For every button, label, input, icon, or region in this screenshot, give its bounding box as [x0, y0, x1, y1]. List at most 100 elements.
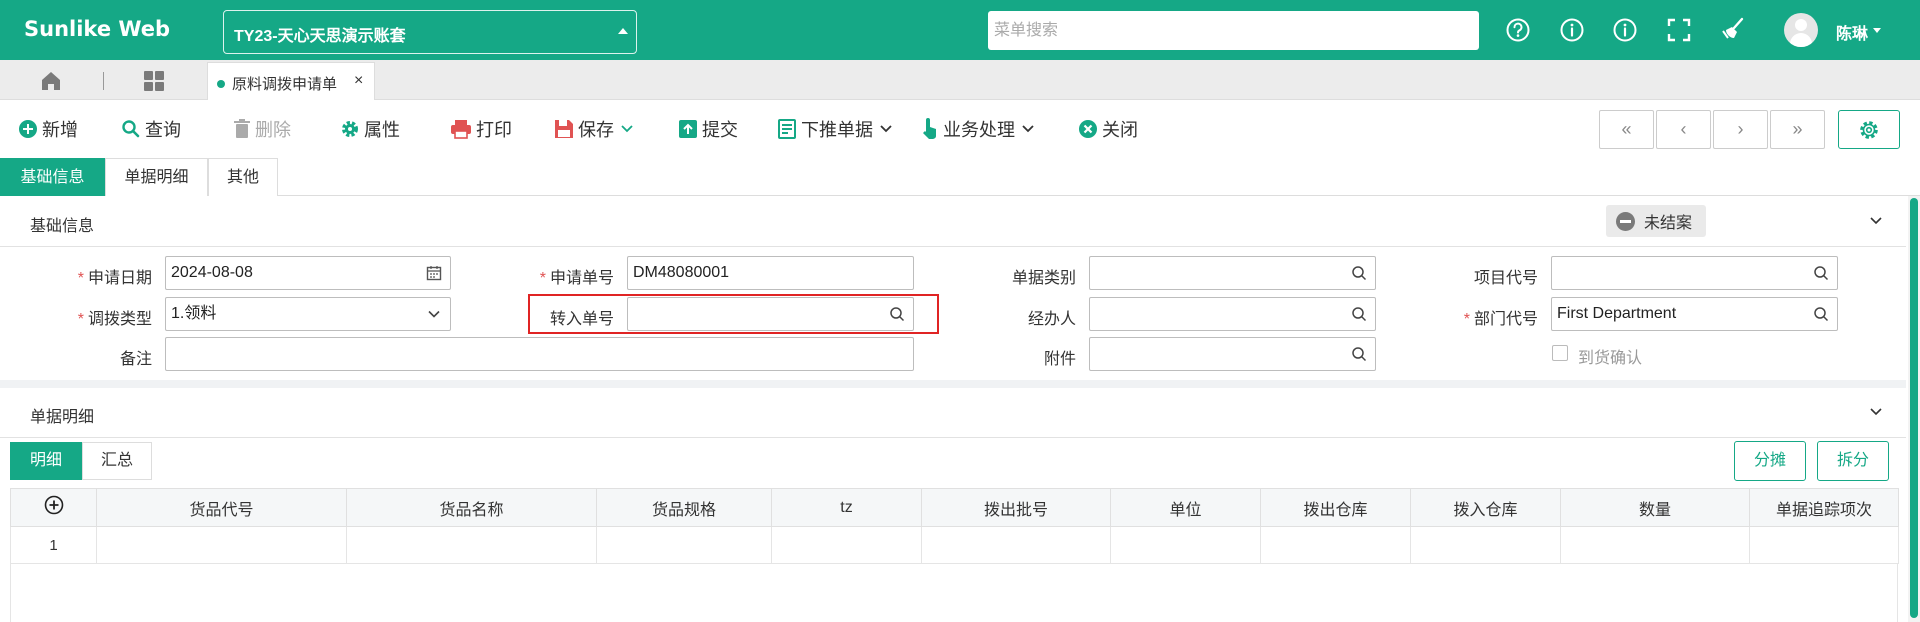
- tab-basic-info[interactable]: 基础信息: [0, 158, 105, 196]
- apply-date-value: 2024-08-08: [171, 264, 253, 281]
- chevron-down-icon[interactable]: [426, 306, 442, 322]
- table-header-row: 货品代号 货品名称 货品规格 tz 拨出批号 单位 拨出仓库 拨入仓库 数量 单…: [10, 488, 1899, 527]
- chevron-down-icon[interactable]: [1873, 28, 1881, 33]
- table-cell[interactable]: [1749, 526, 1899, 564]
- username[interactable]: 陈琳: [1836, 20, 1868, 44]
- submit-button[interactable]: 提交: [678, 116, 738, 142]
- column-header[interactable]: 货品代号: [96, 488, 347, 527]
- properties-button[interactable]: 属性: [340, 116, 400, 142]
- submit-button-label: 提交: [702, 120, 738, 140]
- info-icon[interactable]: [1611, 16, 1639, 44]
- remark-field[interactable]: [165, 337, 914, 371]
- transfer-type-select[interactable]: 1.领料: [165, 297, 451, 331]
- chevron-down-icon[interactable]: [1868, 404, 1884, 420]
- next-record-button[interactable]: ›: [1713, 110, 1768, 149]
- calendar-icon[interactable]: [426, 265, 442, 281]
- push-down-button[interactable]: 下推单据: [777, 116, 897, 142]
- table-cell[interactable]: [1110, 526, 1261, 564]
- printer-icon: [451, 120, 471, 139]
- search-icon[interactable]: [1813, 265, 1829, 281]
- last-record-button[interactable]: »: [1770, 110, 1825, 149]
- handler-label: 经办人: [1027, 311, 1076, 328]
- broom-icon[interactable]: [1720, 16, 1748, 44]
- settings-button[interactable]: [1838, 110, 1900, 149]
- tab-other[interactable]: 其他: [208, 158, 278, 196]
- doc-category-field[interactable]: [1089, 256, 1376, 290]
- gear-icon: [1860, 120, 1878, 139]
- avatar[interactable]: [1784, 13, 1818, 47]
- help-icon[interactable]: [1504, 16, 1532, 44]
- highlight-box: [528, 294, 939, 334]
- table-cell[interactable]: [1260, 526, 1411, 564]
- column-header[interactable]: 拨入仓库: [1410, 488, 1561, 527]
- allocate-button[interactable]: 分摊: [1734, 441, 1806, 481]
- plus-circle-icon: [44, 495, 63, 515]
- search-icon[interactable]: [1813, 306, 1829, 322]
- tab-document-details[interactable]: 单据明细: [105, 158, 208, 196]
- first-record-button[interactable]: «: [1599, 110, 1654, 149]
- prev-record-button[interactable]: ‹: [1656, 110, 1711, 149]
- save-button[interactable]: 保存: [554, 116, 638, 142]
- apply-date-field[interactable]: 2024-08-08: [165, 256, 451, 290]
- basic-info-header[interactable]: 基础信息 未结案: [0, 197, 1906, 247]
- add-row-button[interactable]: [10, 488, 97, 527]
- column-header[interactable]: 单位: [1110, 488, 1261, 527]
- fullscreen-icon[interactable]: [1665, 16, 1693, 44]
- tab-summary[interactable]: 汇总: [82, 442, 152, 480]
- column-header[interactable]: 货品名称: [346, 488, 597, 527]
- properties-button-label: 属性: [364, 120, 400, 140]
- apply-no-value: DM48080001: [633, 264, 730, 281]
- table-cell[interactable]: [96, 526, 347, 564]
- table-cell[interactable]: [921, 526, 1111, 564]
- dept-code-field[interactable]: First Department: [1551, 297, 1838, 331]
- attachment-field[interactable]: [1089, 337, 1376, 371]
- add-button[interactable]: 新增: [18, 116, 78, 142]
- table-cell[interactable]: [1560, 526, 1750, 564]
- top-header: Sunlike Web TY23-天心天思演示账套 陈琳: [0, 0, 1920, 60]
- attachment-label: 附件: [1043, 351, 1076, 368]
- doc-category-label: 单据类别: [1011, 270, 1076, 287]
- table-cell[interactable]: [346, 526, 597, 564]
- search-icon[interactable]: [1351, 346, 1367, 362]
- arrival-confirm-checkbox[interactable]: [1552, 345, 1568, 361]
- query-button[interactable]: 查询: [121, 116, 181, 142]
- document-details-header[interactable]: 单据明细: [0, 388, 1906, 438]
- close-button[interactable]: 关闭: [1078, 116, 1138, 142]
- chevron-down-icon[interactable]: [1868, 213, 1884, 229]
- search-icon[interactable]: [1351, 306, 1367, 322]
- column-header[interactable]: 单据追踪项次: [1749, 488, 1899, 527]
- column-header[interactable]: 货品规格: [596, 488, 772, 527]
- project-code-field[interactable]: [1551, 256, 1838, 290]
- handler-field[interactable]: [1089, 297, 1376, 331]
- column-header[interactable]: 拨出仓库: [1260, 488, 1411, 527]
- apply-no-field[interactable]: DM48080001: [627, 256, 914, 290]
- column-header[interactable]: 拨出批号: [921, 488, 1111, 527]
- table-row[interactable]: 1: [10, 526, 1899, 564]
- vertical-scrollbar[interactable]: [1908, 196, 1920, 622]
- print-button[interactable]: 打印: [450, 116, 512, 142]
- row-number: 1: [10, 526, 97, 564]
- delete-button[interactable]: 删除: [233, 116, 291, 142]
- dept-code-label: * 部门代号: [1463, 311, 1538, 328]
- tab-transfer-request[interactable]: 原料调拨申请单 ×: [207, 62, 375, 100]
- chevron-down-icon[interactable]: [620, 124, 634, 134]
- split-button[interactable]: 拆分: [1817, 441, 1889, 481]
- column-header[interactable]: 数量: [1560, 488, 1750, 527]
- account-selector[interactable]: TY23-天心天思演示账套: [223, 10, 637, 54]
- home-icon[interactable]: [40, 70, 62, 92]
- table-cell[interactable]: [1410, 526, 1561, 564]
- scrollbar-thumb[interactable]: [1910, 198, 1918, 618]
- table-cell[interactable]: [771, 526, 922, 564]
- tab-detail[interactable]: 明细: [10, 442, 82, 480]
- apps-grid-icon[interactable]: [143, 70, 165, 92]
- table-body-area: [10, 563, 1898, 622]
- minus-circle-icon: [1616, 211, 1635, 231]
- query-button-label: 查询: [145, 120, 181, 140]
- close-icon[interactable]: ×: [354, 72, 363, 90]
- info-icon[interactable]: [1558, 16, 1586, 44]
- table-cell[interactable]: [596, 526, 772, 564]
- menu-search-input[interactable]: [988, 11, 1479, 50]
- business-process-button[interactable]: 业务处理: [921, 116, 1039, 142]
- column-header[interactable]: tz: [771, 488, 922, 527]
- search-icon[interactable]: [1351, 265, 1367, 281]
